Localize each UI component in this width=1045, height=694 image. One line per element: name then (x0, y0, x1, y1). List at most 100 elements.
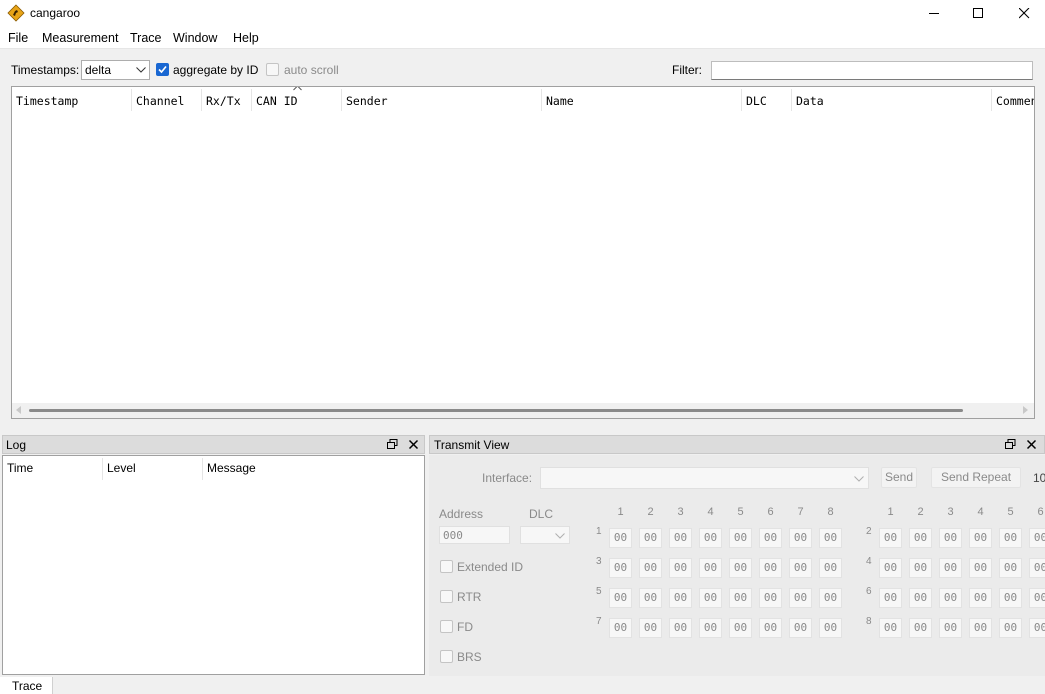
brs-checkbox[interactable] (440, 650, 453, 663)
data-byte-input[interactable]: 00 (819, 528, 842, 548)
data-byte-input[interactable]: 00 (1029, 588, 1045, 608)
column-divider[interactable] (991, 89, 992, 111)
log-column-level[interactable]: Level (107, 461, 136, 475)
data-byte-input[interactable]: 00 (939, 618, 962, 638)
data-byte-input[interactable]: 00 (1029, 528, 1045, 548)
data-byte-input[interactable]: 00 (669, 558, 692, 578)
data-byte-input[interactable]: 00 (639, 618, 662, 638)
column-divider[interactable] (131, 89, 132, 111)
data-byte-input[interactable]: 00 (909, 558, 932, 578)
column-divider[interactable] (202, 458, 203, 480)
log-column-time[interactable]: Time (7, 461, 33, 475)
column-header-name[interactable]: Name (546, 94, 574, 108)
send-repeat-button[interactable]: Send Repeat (931, 467, 1021, 488)
close-panel-icon[interactable] (1025, 438, 1038, 451)
data-byte-input[interactable]: 00 (819, 588, 842, 608)
aggregate-checkbox[interactable] (156, 63, 169, 76)
data-byte-input[interactable]: 00 (609, 618, 632, 638)
data-byte-input[interactable]: 00 (999, 528, 1022, 548)
column-divider[interactable] (341, 89, 342, 111)
data-byte-input[interactable]: 00 (699, 528, 722, 548)
extended-id-checkbox[interactable] (440, 560, 453, 573)
log-column-message[interactable]: Message (207, 461, 256, 475)
interface-select[interactable] (540, 467, 869, 489)
data-byte-input[interactable]: 00 (729, 558, 752, 578)
data-byte-input[interactable]: 00 (879, 558, 902, 578)
data-byte-input[interactable]: 00 (789, 588, 812, 608)
data-byte-input[interactable]: 00 (1029, 558, 1045, 578)
repeat-interval-value[interactable]: 10 (1033, 471, 1045, 485)
float-panel-icon[interactable] (1004, 438, 1017, 451)
scroll-right-icon[interactable] (1023, 406, 1029, 414)
data-byte-input[interactable]: 00 (789, 558, 812, 578)
menu-window[interactable]: Window (173, 31, 217, 45)
address-input[interactable]: 000 (439, 526, 510, 544)
data-byte-input[interactable]: 00 (639, 528, 662, 548)
data-byte-input[interactable]: 00 (639, 558, 662, 578)
maximize-button[interactable] (955, 0, 1001, 27)
column-divider[interactable] (791, 89, 792, 111)
data-byte-input[interactable]: 00 (999, 558, 1022, 578)
column-header-data[interactable]: Data (796, 94, 824, 108)
data-byte-input[interactable]: 00 (669, 588, 692, 608)
data-byte-input[interactable]: 00 (939, 588, 962, 608)
close-panel-icon[interactable] (407, 438, 420, 451)
column-header-comment[interactable]: Comment (996, 94, 1034, 108)
data-byte-input[interactable]: 00 (879, 618, 902, 638)
data-byte-input[interactable]: 00 (699, 558, 722, 578)
data-byte-input[interactable]: 00 (909, 618, 932, 638)
data-byte-input[interactable]: 00 (789, 528, 812, 548)
data-byte-input[interactable]: 00 (699, 618, 722, 638)
data-byte-input[interactable]: 00 (879, 528, 902, 548)
column-divider[interactable] (541, 89, 542, 111)
data-byte-input[interactable]: 00 (909, 588, 932, 608)
data-byte-input[interactable]: 00 (969, 558, 992, 578)
fd-checkbox[interactable] (440, 620, 453, 633)
data-byte-input[interactable]: 00 (609, 558, 632, 578)
close-window-button[interactable] (1001, 0, 1045, 27)
data-byte-input[interactable]: 00 (759, 588, 782, 608)
data-byte-input[interactable]: 00 (999, 618, 1022, 638)
data-byte-input[interactable]: 00 (729, 528, 752, 548)
data-byte-input[interactable]: 00 (969, 618, 992, 638)
column-divider[interactable] (102, 458, 103, 480)
column-header-rxtx[interactable]: Rx/Tx (206, 94, 241, 108)
data-byte-input[interactable]: 00 (609, 588, 632, 608)
column-header-sender[interactable]: Sender (346, 94, 388, 108)
data-byte-input[interactable]: 00 (819, 618, 842, 638)
data-byte-input[interactable]: 00 (969, 528, 992, 548)
menu-file[interactable]: File (8, 31, 28, 45)
data-byte-input[interactable]: 00 (969, 588, 992, 608)
column-divider[interactable] (251, 89, 252, 111)
data-byte-input[interactable]: 00 (999, 588, 1022, 608)
filter-input[interactable] (711, 61, 1033, 80)
data-byte-input[interactable]: 00 (819, 558, 842, 578)
data-byte-input[interactable]: 00 (759, 528, 782, 548)
column-header-timestamp[interactable]: Timestamp (16, 94, 78, 108)
data-byte-input[interactable]: 00 (669, 528, 692, 548)
autoscroll-checkbox[interactable] (266, 63, 279, 76)
data-byte-input[interactable]: 00 (699, 588, 722, 608)
data-byte-input[interactable]: 00 (939, 528, 962, 548)
column-header-channel[interactable]: Channel (136, 94, 184, 108)
dlc-select[interactable] (520, 526, 570, 544)
menu-trace[interactable]: Trace (130, 31, 162, 45)
minimize-button[interactable] (911, 0, 957, 27)
horizontal-scrollbar[interactable] (12, 403, 1034, 418)
data-byte-input[interactable]: 00 (939, 558, 962, 578)
data-byte-input[interactable]: 00 (879, 588, 902, 608)
data-byte-input[interactable]: 00 (729, 618, 752, 638)
column-header-can-id[interactable]: CAN ID (256, 94, 298, 108)
data-byte-input[interactable]: 00 (789, 618, 812, 638)
send-button[interactable]: Send (881, 467, 917, 488)
rtr-checkbox[interactable] (440, 590, 453, 603)
data-byte-input[interactable]: 00 (909, 528, 932, 548)
data-byte-input[interactable]: 00 (609, 528, 632, 548)
scrollbar-thumb[interactable] (29, 409, 963, 412)
menu-help[interactable]: Help (233, 31, 259, 45)
column-divider[interactable] (201, 89, 202, 111)
menu-measurement[interactable]: Measurement (42, 31, 118, 45)
column-header-dlc[interactable]: DLC (746, 94, 767, 108)
data-byte-input[interactable]: 00 (1029, 618, 1045, 638)
tab-trace[interactable]: Trace (0, 677, 53, 694)
